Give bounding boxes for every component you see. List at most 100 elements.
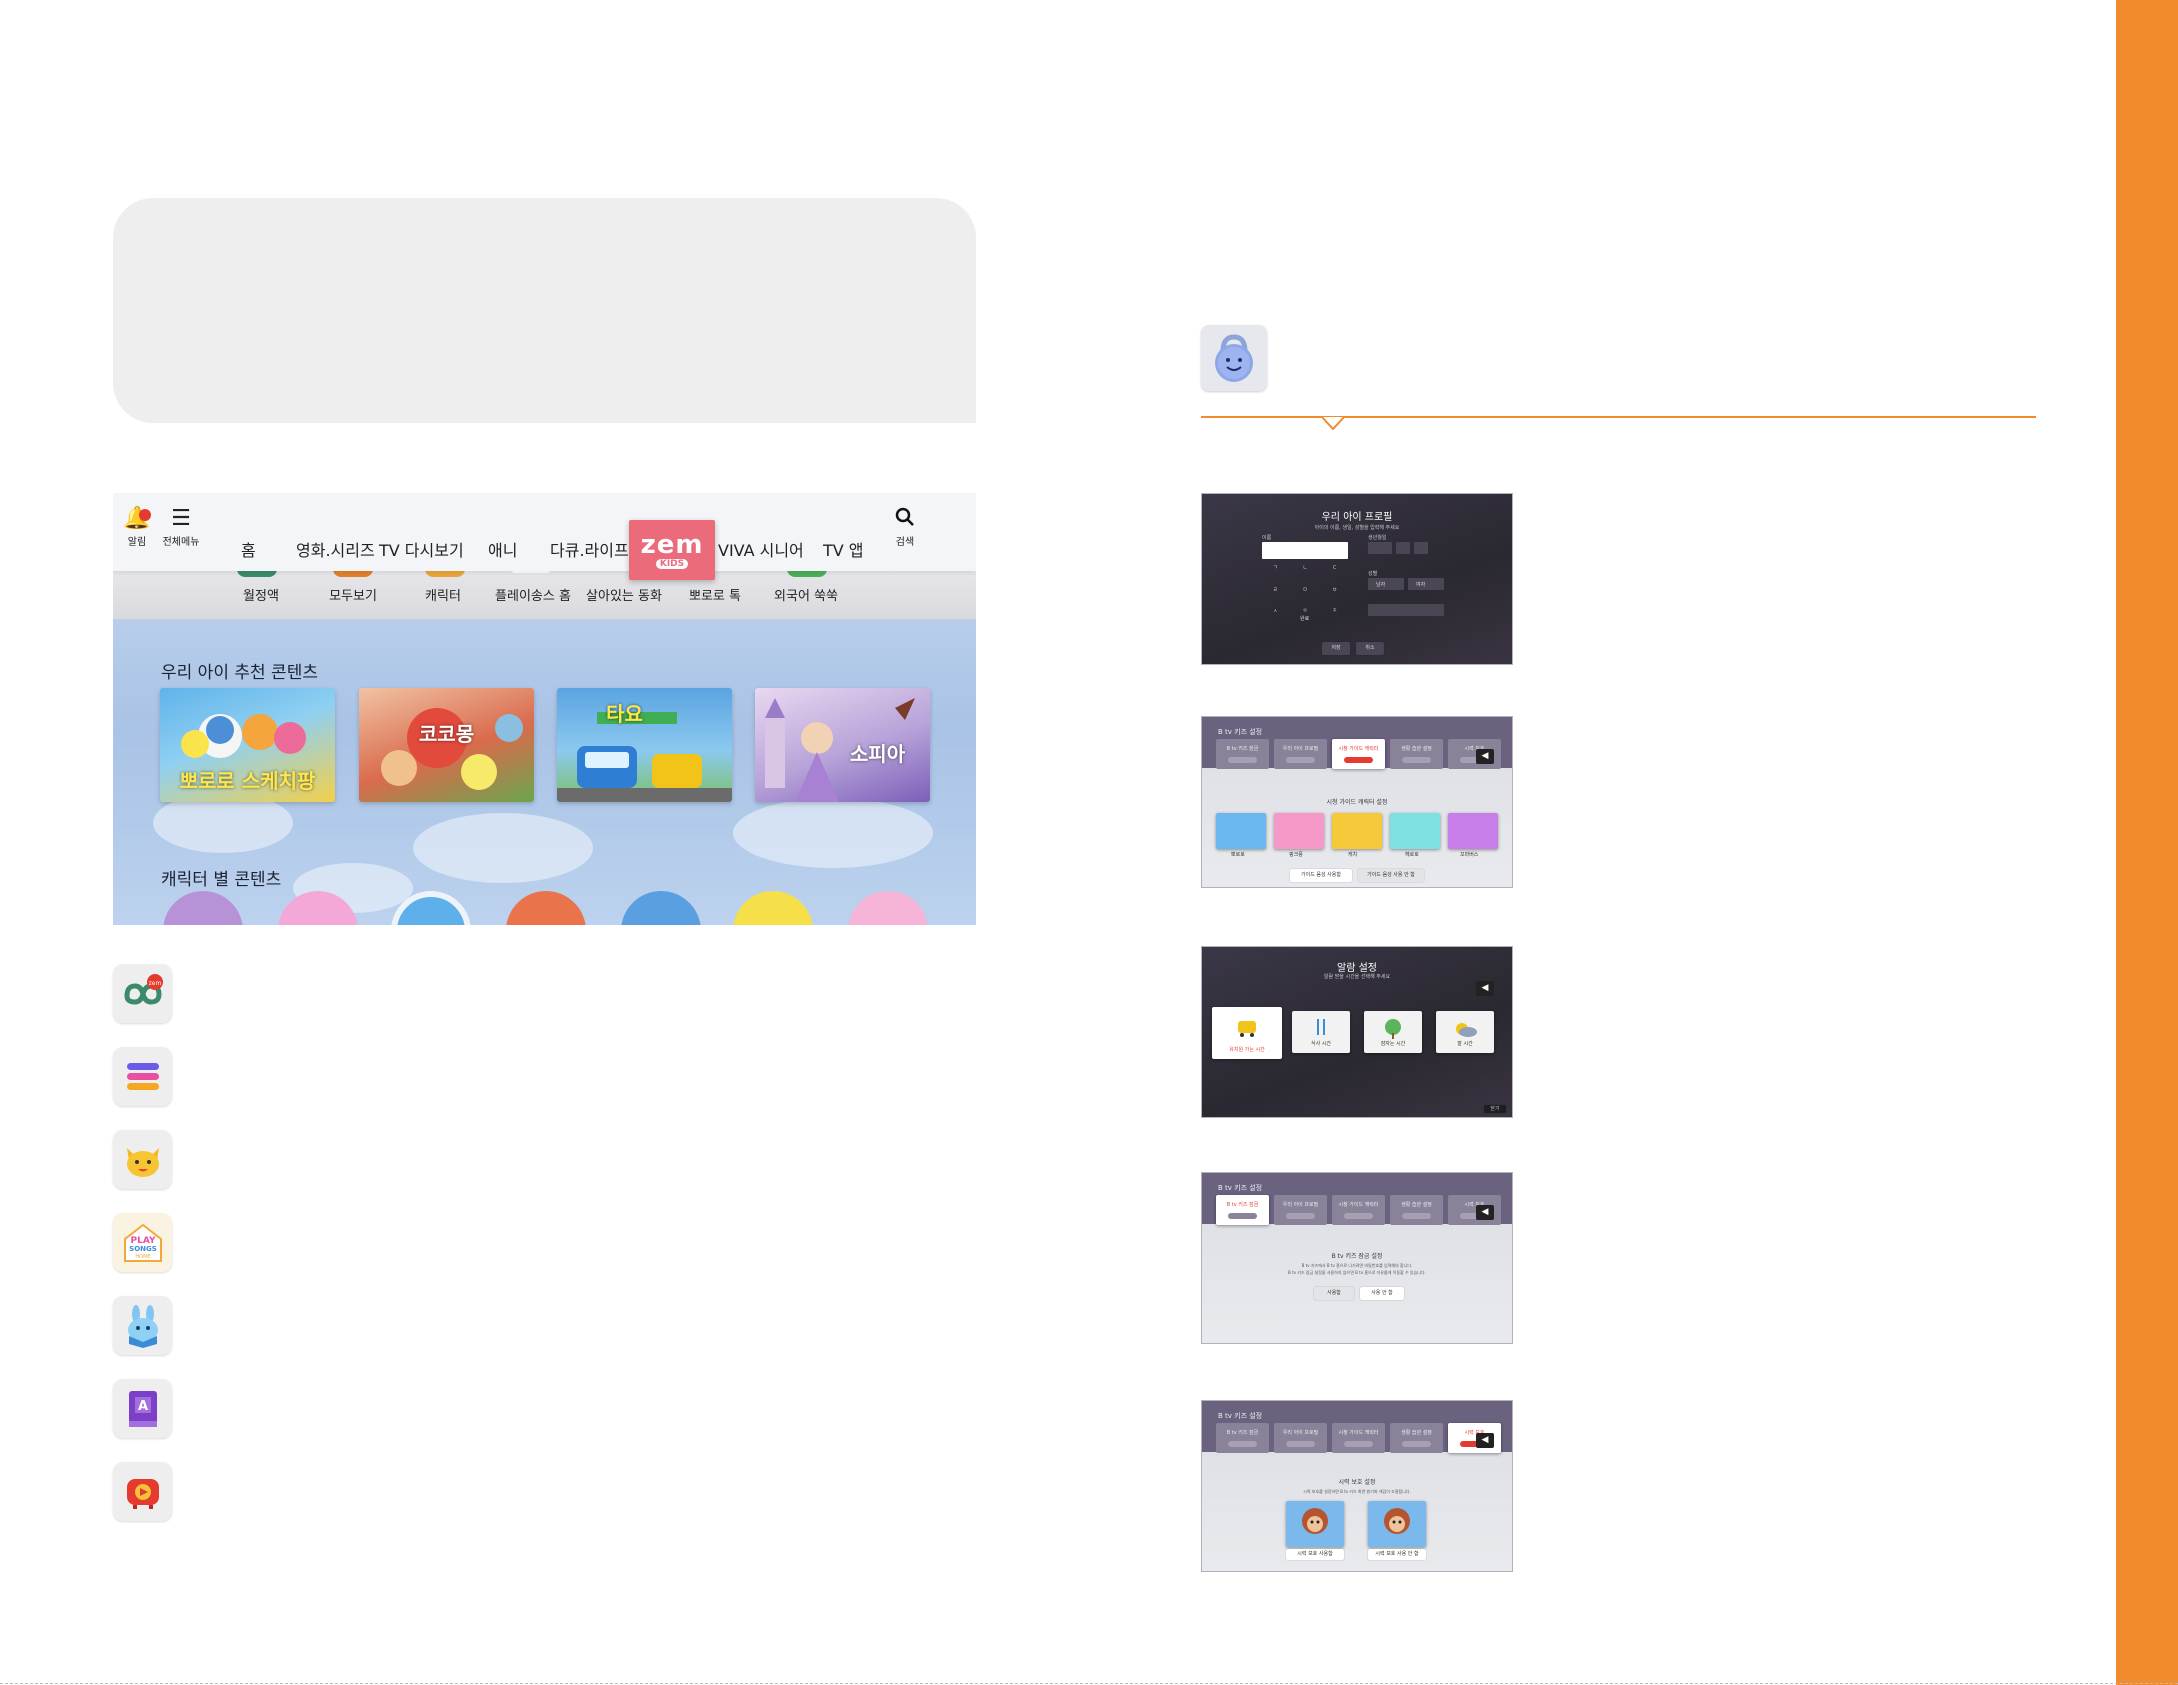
tab-guide-character[interactable]: 시청 가이드 캐릭터 bbox=[1332, 739, 1385, 769]
character-card[interactable] bbox=[1274, 813, 1324, 849]
cat-character-icon bbox=[113, 1130, 172, 1189]
guide-voice-on-option[interactable]: 가이드 음성 사용함 bbox=[1290, 869, 1352, 882]
settings-header: B tv 키즈 설정 bbox=[1218, 728, 1263, 736]
zem-badge-text: zem bbox=[148, 980, 161, 987]
tab-profile[interactable]: 우리 아이 프로필 bbox=[1274, 739, 1327, 769]
content-thumbnail[interactable]: 소피아 bbox=[755, 688, 930, 802]
section-side-tab bbox=[2116, 0, 2178, 1685]
tab-guide-character[interactable]: 시청 가이드 캐릭터 bbox=[1332, 1195, 1385, 1225]
speaker-icon[interactable]: ◀ bbox=[1476, 749, 1494, 764]
keypad-key[interactable]: ㅁ bbox=[1292, 586, 1319, 605]
recommend-section-title: 우리 아이 추천 콘텐츠 bbox=[161, 663, 318, 683]
gender-female-option[interactable]: 여자 bbox=[1408, 578, 1444, 590]
alarm-card-meal[interactable]: 식사 시간 bbox=[1292, 1011, 1350, 1053]
subnav-item[interactable]: 플레이송스 홈 bbox=[495, 585, 571, 604]
menu-item-viva[interactable]: VIVA 시니어 bbox=[718, 537, 804, 561]
alarm-subtitle: 알람 받을 시간을 선택해 주세요 bbox=[1323, 974, 1391, 980]
alarm-card-label: 식사 시간 bbox=[1311, 1041, 1331, 1047]
tab-kids-lock[interactable]: B tv 키즈 잠금 bbox=[1216, 739, 1269, 769]
speaker-icon[interactable]: ◀ bbox=[1476, 1433, 1494, 1448]
subnav-item[interactable]: 외국어 쑥쑥 bbox=[774, 585, 838, 604]
menu-item-home[interactable]: 홈 bbox=[241, 537, 256, 561]
character-circle[interactable] bbox=[733, 891, 813, 925]
tab-kids-lock[interactable]: B tv 키즈 잠금 bbox=[1216, 1195, 1269, 1225]
content-thumbnail[interactable]: 뽀로로 스케치팡 bbox=[160, 688, 335, 802]
speaker-icon[interactable]: ◀ bbox=[1476, 1205, 1494, 1220]
eye-off-option[interactable]: 시력 보호 사용 안 함 bbox=[1368, 1549, 1426, 1560]
done-key[interactable]: 완료 bbox=[1300, 615, 1309, 622]
character-name: 뽀로로 bbox=[1231, 852, 1245, 858]
cancel-button[interactable]: 취소 bbox=[1356, 642, 1384, 655]
keypad-key[interactable]: ㄹ bbox=[1262, 586, 1289, 605]
menu-item-tv-replay[interactable]: TV 다시보기 bbox=[379, 537, 464, 561]
keypad-key[interactable]: ㅂ bbox=[1321, 586, 1348, 605]
search-button[interactable]: 검색 bbox=[881, 507, 929, 548]
keypad-key[interactable]: ㄱ bbox=[1262, 564, 1289, 583]
zem-logo: zem bbox=[640, 529, 704, 560]
keypad-key[interactable]: ㅈ bbox=[1321, 607, 1348, 626]
tab-profile[interactable]: 우리 아이 프로필 bbox=[1274, 1195, 1327, 1225]
alarm-card-bedtime[interactable]: 잘 시간 bbox=[1436, 1011, 1494, 1053]
character-name: 헤로로 bbox=[1405, 852, 1419, 858]
content-thumbnail[interactable]: 타요 bbox=[557, 688, 732, 802]
tab-habit[interactable]: 생활 습관 설정 bbox=[1390, 1423, 1443, 1453]
menu-item-movies[interactable]: 영화.시리즈 bbox=[296, 537, 375, 561]
play-songs-home-icon: PLAY SONGS HOME bbox=[113, 1213, 172, 1272]
character-circle[interactable] bbox=[163, 891, 243, 925]
tab-habit[interactable]: 생활 습관 설정 bbox=[1390, 1195, 1443, 1225]
menu-item-anime[interactable]: 애니 bbox=[488, 537, 517, 561]
character-circle[interactable] bbox=[506, 891, 586, 925]
character-circle[interactable] bbox=[848, 891, 928, 925]
birth-year-field[interactable] bbox=[1368, 542, 1392, 554]
character-card[interactable] bbox=[1390, 813, 1440, 849]
all-menu-button[interactable]: ☰ 전체메뉴 bbox=[153, 507, 209, 549]
lock-on-option[interactable]: 사용함 bbox=[1314, 1287, 1354, 1300]
eye-on-option[interactable]: 시력 보호 사용함 bbox=[1286, 1549, 1344, 1560]
subnav-item[interactable]: 뽀로로 톡 bbox=[689, 585, 741, 604]
character-card[interactable] bbox=[1216, 813, 1266, 849]
profile-screen: 우리 아이 프로필 아이의 이름, 생일, 성별을 입력해 주세요 이름 ㄱ ㄴ… bbox=[1201, 493, 1513, 665]
tab-profile[interactable]: 우리 아이 프로필 bbox=[1274, 1423, 1327, 1453]
eye-off-card[interactable] bbox=[1368, 1501, 1426, 1547]
subnav-item[interactable]: 캐릭터 bbox=[425, 585, 461, 604]
lock-off-option[interactable]: 사용 안 함 bbox=[1360, 1287, 1404, 1300]
cloud-decoration bbox=[153, 793, 293, 853]
character-circle[interactable] bbox=[621, 891, 701, 925]
birth-day-field[interactable] bbox=[1414, 542, 1428, 554]
tab-label: 시청 가이드 캐릭터 bbox=[1338, 1430, 1379, 1436]
menu-item-tv-app[interactable]: TV 앱 bbox=[823, 537, 864, 561]
menu-item-docu[interactable]: 다큐.라이프 bbox=[550, 537, 629, 561]
keypad-key[interactable]: ㄴ bbox=[1292, 564, 1319, 583]
lock-description: B tv 키즈 잠금 설정을 사용하지 않으면 B tv 홈으로 자유롭게 이동… bbox=[1288, 1270, 1426, 1275]
subnav-item[interactable]: 모두보기 bbox=[329, 585, 377, 604]
rabbit-book-icon bbox=[113, 1296, 172, 1355]
subnav-item[interactable]: 살아있는 동화 bbox=[586, 585, 662, 604]
alarm-card-label: 잘 시간 bbox=[1457, 1041, 1473, 1047]
tab-habit[interactable]: 생활 습관 설정 bbox=[1390, 739, 1443, 769]
tab-kids-lock[interactable]: B tv 키즈 잠금 bbox=[1216, 1423, 1269, 1453]
gender-male-option[interactable]: 남자 bbox=[1368, 578, 1404, 590]
keypad-key[interactable]: ㄷ bbox=[1321, 564, 1348, 583]
subnav-item[interactable]: 월정액 bbox=[243, 585, 279, 604]
zem-kids-tab[interactable]: zem KIDS bbox=[629, 520, 715, 580]
speaker-icon[interactable]: ◀ bbox=[1476, 981, 1494, 996]
keypad-key[interactable]: ㅅ bbox=[1262, 607, 1289, 626]
close-button[interactable]: 닫기 bbox=[1484, 1105, 1506, 1113]
content-thumbnail[interactable]: 코코몽 bbox=[359, 688, 534, 802]
character-section-title: 캐릭터 별 콘텐츠 bbox=[161, 870, 282, 890]
cloud-decoration bbox=[733, 798, 933, 868]
eye-on-card[interactable] bbox=[1286, 1501, 1344, 1547]
birth-month-field[interactable] bbox=[1396, 542, 1410, 554]
profile-option-field[interactable] bbox=[1368, 604, 1444, 616]
character-card[interactable] bbox=[1332, 813, 1382, 849]
character-name: 캐치 bbox=[1348, 852, 1358, 858]
name-input[interactable] bbox=[1262, 542, 1348, 559]
tab-guide-character[interactable]: 시청 가이드 캐릭터 bbox=[1332, 1423, 1385, 1453]
alarm-card-kindergarten[interactable]: 유치원 가는 시간 bbox=[1212, 1007, 1282, 1059]
guide-voice-off-option[interactable]: 가이드 음성 사용 안 함 bbox=[1358, 869, 1424, 882]
kids-lock-screen: B tv 키즈 설정 B tv 키즈 잠금 우리 아이 프로필 시청 가이드 캐… bbox=[1201, 1172, 1513, 1344]
alarm-card-sleep[interactable]: 잠자는 시간 bbox=[1364, 1011, 1422, 1053]
save-button[interactable]: 저장 bbox=[1322, 642, 1350, 655]
thumbnail-title: 코코몽 bbox=[418, 722, 475, 746]
character-card[interactable] bbox=[1448, 813, 1498, 849]
